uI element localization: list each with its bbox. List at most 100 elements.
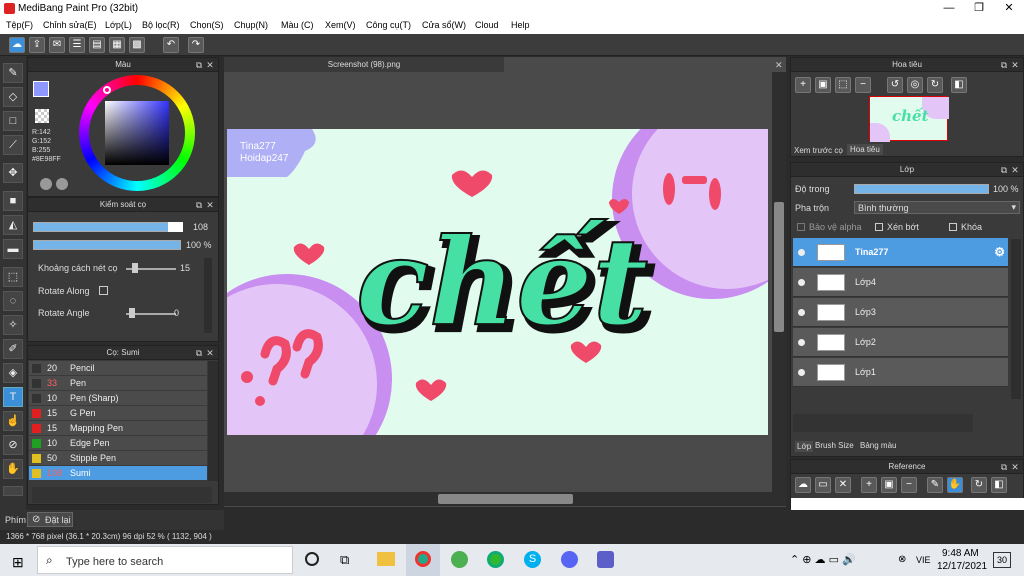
- visibility-icon[interactable]: [798, 279, 805, 286]
- windows-start-icon[interactable]: ⊞: [12, 554, 24, 571]
- hand-tool-icon[interactable]: ✋: [3, 459, 23, 479]
- close-doc-icon[interactable]: ✕: [775, 60, 783, 71]
- rotate-right-icon[interactable]: ↻: [927, 77, 943, 93]
- layer-opacity-slider[interactable]: [854, 184, 989, 194]
- text-tool-icon[interactable]: T: [3, 387, 23, 407]
- menu-help[interactable]: Help: [511, 20, 530, 30]
- lasso-tool-icon[interactable]: ◌: [3, 291, 23, 311]
- brush-opacity-slider[interactable]: [33, 240, 181, 250]
- visibility-icon[interactable]: [798, 339, 805, 346]
- layer-row[interactable]: Lớp4: [793, 268, 1008, 297]
- menu-window[interactable]: Cửa sổ(W): [422, 20, 466, 30]
- brush-item[interactable]: 15 Mapping Pen: [29, 421, 207, 436]
- artwork-canvas[interactable]: chết chết Tina277 Hoidap247: [227, 129, 768, 435]
- popout-icon[interactable]: ⧉: [194, 58, 204, 72]
- lock-checkbox[interactable]: [949, 223, 957, 231]
- brush-item[interactable]: 10 Pen (Sharp): [29, 391, 207, 406]
- menu-tools[interactable]: Công cụ(T): [366, 20, 411, 30]
- magic-wand-icon[interactable]: ✧: [3, 315, 23, 335]
- ref-hand-icon[interactable]: ✋: [947, 477, 963, 493]
- rotate-left-icon[interactable]: ↺: [887, 77, 903, 93]
- color-bar-icon[interactable]: [3, 486, 23, 496]
- ref-zoom-in-icon[interactable]: +: [861, 477, 877, 493]
- clock-time[interactable]: 9:48 AM: [942, 548, 979, 559]
- zoom-out-icon[interactable]: −: [855, 77, 871, 93]
- menu-filter[interactable]: Bộ lọc(R): [142, 20, 180, 30]
- close-panel-icon[interactable]: ✕: [1010, 460, 1020, 474]
- eraser-tool-icon[interactable]: ◇: [3, 87, 23, 107]
- close-panel-icon[interactable]: ✕: [205, 58, 215, 72]
- ref-flip-icon[interactable]: ◧: [991, 477, 1007, 493]
- skype-icon[interactable]: S: [524, 551, 541, 568]
- bucket-tool-icon[interactable]: ◭: [3, 215, 23, 235]
- notifications-icon[interactable]: 30: [993, 552, 1011, 568]
- tray-status-icon[interactable]: ⊗: [898, 554, 906, 565]
- keys-tab[interactable]: Phím: [5, 515, 26, 525]
- brush-item[interactable]: 20 Pencil: [29, 361, 207, 376]
- visibility-icon[interactable]: [798, 369, 805, 376]
- menu-file[interactable]: Tệp(F): [6, 20, 33, 30]
- close-panel-icon[interactable]: ✕: [1010, 58, 1020, 72]
- hue-picker[interactable]: [103, 86, 111, 94]
- move-tool-icon[interactable]: ✥: [3, 163, 23, 183]
- rotate-along-checkbox[interactable]: [99, 286, 108, 295]
- gear-icon[interactable]: ⚙: [994, 245, 1005, 259]
- ref-rotate-icon[interactable]: ↻: [971, 477, 987, 493]
- fill-rect-tool-icon[interactable]: ■: [3, 191, 23, 211]
- chat-icon[interactable]: ☰: [69, 37, 85, 53]
- taskbar-search[interactable]: ⌕ Type here to search: [37, 546, 293, 574]
- close-panel-icon[interactable]: ✕: [205, 346, 215, 360]
- visibility-icon[interactable]: [798, 309, 805, 316]
- brush-item[interactable]: 33 Pen: [29, 376, 207, 391]
- popout-icon[interactable]: ⧉: [194, 346, 204, 360]
- zoom-in-icon[interactable]: +: [795, 77, 811, 93]
- tray-icons[interactable]: ⌃ ⊕ ☁ ▭ 🔊: [790, 553, 856, 566]
- brush-list-scrollbar[interactable]: [208, 361, 218, 481]
- menu-color[interactable]: Màu (C): [281, 20, 314, 30]
- popout-icon[interactable]: ⧉: [194, 198, 204, 212]
- horizontal-scrollbar[interactable]: [224, 492, 786, 506]
- clip-checkbox[interactable]: [875, 223, 883, 231]
- ref-close-icon[interactable]: ✕: [835, 477, 851, 493]
- gradient-tool-icon[interactable]: ▬: [3, 239, 23, 259]
- menu-select[interactable]: Chọn(S): [190, 20, 224, 30]
- reset-button[interactable]: Đặt lại ⊘: [27, 512, 73, 527]
- actual-size-icon[interactable]: ⬚: [835, 77, 851, 93]
- grid-icon[interactable]: ▦: [109, 37, 125, 53]
- layer-row[interactable]: Lớp3: [793, 298, 1008, 327]
- clock-date[interactable]: 12/17/2021: [937, 561, 987, 572]
- layer-row[interactable]: Tina277 ⚙: [793, 238, 1008, 267]
- brush-size-slider[interactable]: [33, 222, 183, 232]
- layers-scrollbar[interactable]: [1011, 239, 1021, 399]
- brush-item[interactable]: 50 Stipple Pen: [29, 451, 207, 466]
- language-indicator[interactable]: VIE: [916, 555, 931, 565]
- primary-color-swatch[interactable]: [33, 81, 49, 97]
- select-pen-icon[interactable]: ✐: [3, 339, 23, 359]
- brush-item[interactable]: 15 G Pen: [29, 406, 207, 421]
- menu-capture[interactable]: Chụp(N): [234, 20, 268, 30]
- tab-palette[interactable]: Bảng màu: [860, 441, 896, 450]
- transparent-swatch[interactable]: [35, 109, 49, 123]
- maximize-button[interactable]: ❐: [964, 0, 994, 17]
- tiles-icon[interactable]: ▩: [129, 37, 145, 53]
- document-icon[interactable]: ▤: [89, 37, 105, 53]
- close-button[interactable]: ✕: [994, 0, 1024, 17]
- menu-cloud[interactable]: Cloud: [475, 20, 499, 30]
- document-tab[interactable]: Screenshot (98).png: [224, 57, 504, 72]
- blend-select[interactable]: Bình thường ▾: [854, 201, 1020, 214]
- popout-icon[interactable]: ⧉: [999, 58, 1009, 72]
- close-panel-icon[interactable]: ✕: [205, 198, 215, 212]
- medibang-taskbar-icon[interactable]: [406, 544, 440, 576]
- brush-tool-icon[interactable]: ✎: [3, 63, 23, 83]
- undo-icon[interactable]: ↶: [163, 37, 179, 53]
- file-explorer-icon[interactable]: [377, 552, 395, 566]
- saturation-square[interactable]: [105, 101, 169, 165]
- upload-icon[interactable]: ⇪: [29, 37, 45, 53]
- popout-icon[interactable]: ⧉: [999, 163, 1009, 177]
- brush-item[interactable]: 108 Sumi: [29, 466, 207, 481]
- tab-brush-size[interactable]: Brush Size: [815, 441, 854, 450]
- tab-brush-preview[interactable]: Xem trước cọ: [794, 146, 843, 155]
- ref-cloud-icon[interactable]: ☁: [795, 477, 811, 493]
- teams-icon[interactable]: [597, 551, 614, 568]
- popout-icon[interactable]: ⧉: [999, 460, 1009, 474]
